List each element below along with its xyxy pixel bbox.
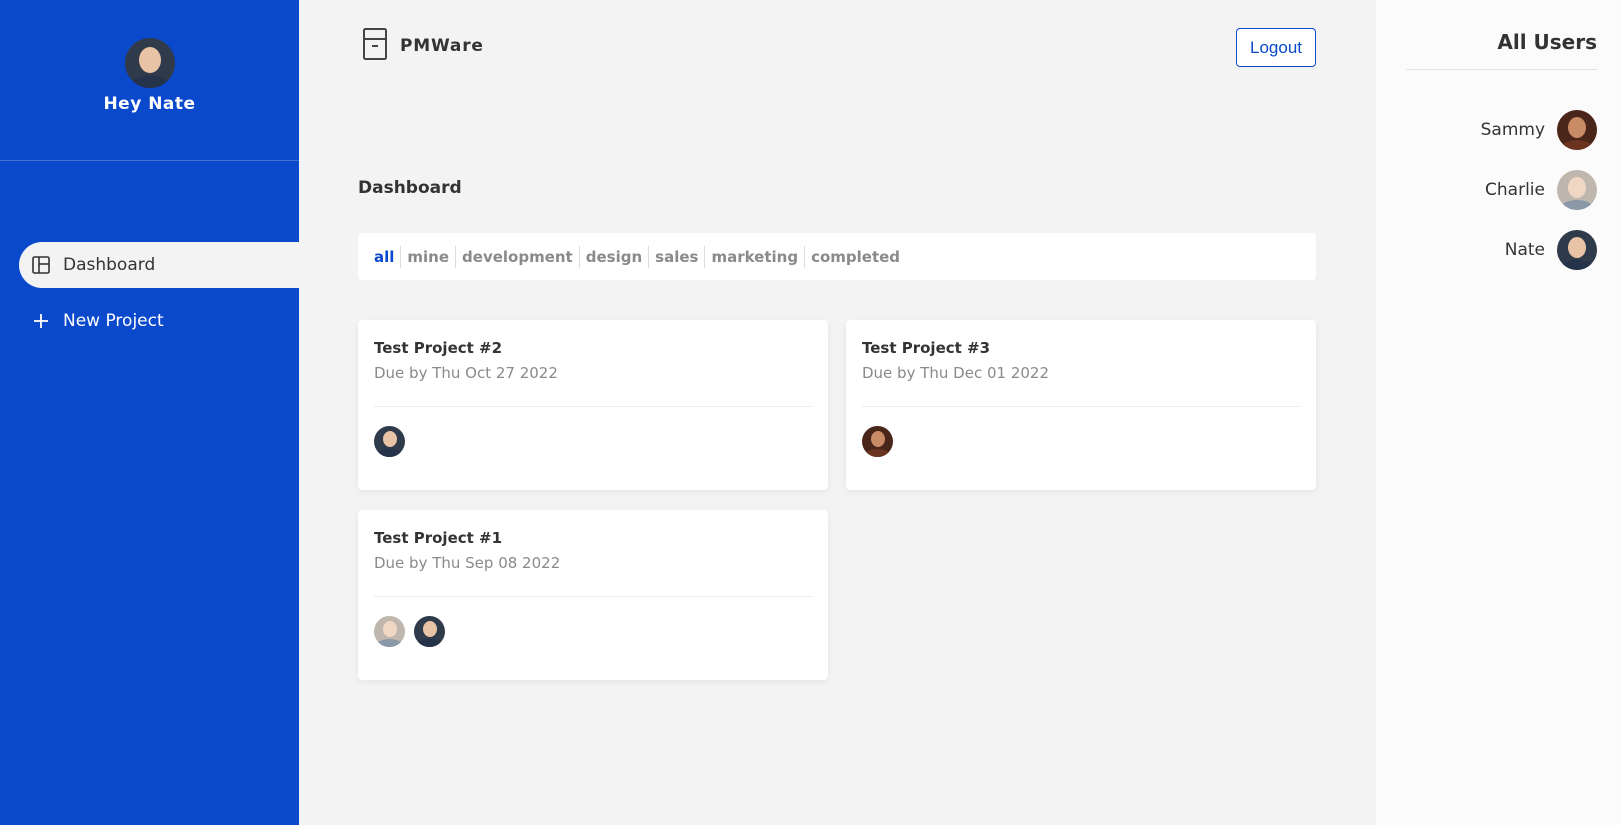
avatar	[1557, 170, 1597, 210]
project-title: Test Project #3	[862, 339, 991, 357]
filter-marketing[interactable]: marketing	[704, 245, 804, 268]
filter-all[interactable]: all	[374, 246, 400, 268]
avatar	[414, 616, 445, 647]
avatar	[374, 616, 405, 647]
divider	[374, 406, 812, 407]
user-item[interactable]: Charlie	[1485, 170, 1597, 210]
page-title: Dashboard	[358, 178, 462, 198]
avatar	[862, 426, 893, 457]
main-content: PMWare Logout Dashboard all mine develop…	[299, 0, 1376, 825]
sidebar-item-label: New Project	[63, 311, 164, 331]
divider	[374, 596, 812, 597]
user-item[interactable]: Sammy	[1481, 110, 1597, 150]
avatar	[1557, 230, 1597, 270]
sidebar-item-label: Dashboard	[63, 255, 156, 275]
logout-button[interactable]: Logout	[1236, 28, 1316, 67]
user-name: Sammy	[1480, 120, 1545, 140]
project-assignees	[862, 426, 1300, 457]
avatar	[124, 38, 175, 88]
filter-completed[interactable]: completed	[804, 245, 906, 268]
project-assignees	[374, 616, 812, 647]
user-name: Nate	[1504, 240, 1545, 260]
project-due-date: Due by Thu Dec 01 2022	[862, 364, 1049, 382]
project-card[interactable]: Test Project #3 Due by Thu Dec 01 2022	[846, 320, 1316, 490]
greeting: Hey Nate	[103, 94, 196, 114]
avatar	[374, 426, 405, 457]
project-title: Test Project #1	[374, 529, 503, 547]
sidebar-user: Hey Nate	[0, 0, 299, 161]
filter-design[interactable]: design	[578, 245, 648, 268]
project-due-date: Due by Thu Oct 27 2022	[374, 364, 558, 382]
filter-mine[interactable]: mine	[400, 245, 455, 268]
divider	[1406, 69, 1597, 70]
filter-development[interactable]: development	[455, 245, 579, 268]
users-panel: All Users Sammy Charlie Nate	[1376, 0, 1621, 825]
dashboard-icon	[31, 255, 51, 275]
filter-bar: all mine development design sales market…	[358, 233, 1316, 280]
sidebar: Hey Nate Dashboard New Project	[0, 0, 299, 825]
filter-sales[interactable]: sales	[648, 245, 704, 268]
avatar	[1557, 110, 1597, 150]
plus-icon	[31, 311, 51, 331]
sidebar-item-new-project[interactable]: New Project	[19, 298, 299, 344]
brand: PMWare	[363, 28, 484, 64]
project-card[interactable]: Test Project #2 Due by Thu Oct 27 2022	[358, 320, 828, 490]
divider	[862, 406, 1300, 407]
cabinet-icon	[363, 28, 387, 64]
project-due-date: Due by Thu Sep 08 2022	[374, 554, 561, 572]
brand-name: PMWare	[400, 36, 484, 56]
user-name: Charlie	[1485, 180, 1545, 200]
sidebar-item-dashboard[interactable]: Dashboard	[19, 242, 299, 288]
project-card[interactable]: Test Project #1 Due by Thu Sep 08 2022	[358, 510, 828, 680]
sidebar-nav: Dashboard New Project	[19, 242, 299, 354]
user-item[interactable]: Nate	[1505, 230, 1597, 270]
project-title: Test Project #2	[374, 339, 503, 357]
project-assignees	[374, 426, 812, 457]
users-panel-title: All Users	[1497, 30, 1597, 54]
